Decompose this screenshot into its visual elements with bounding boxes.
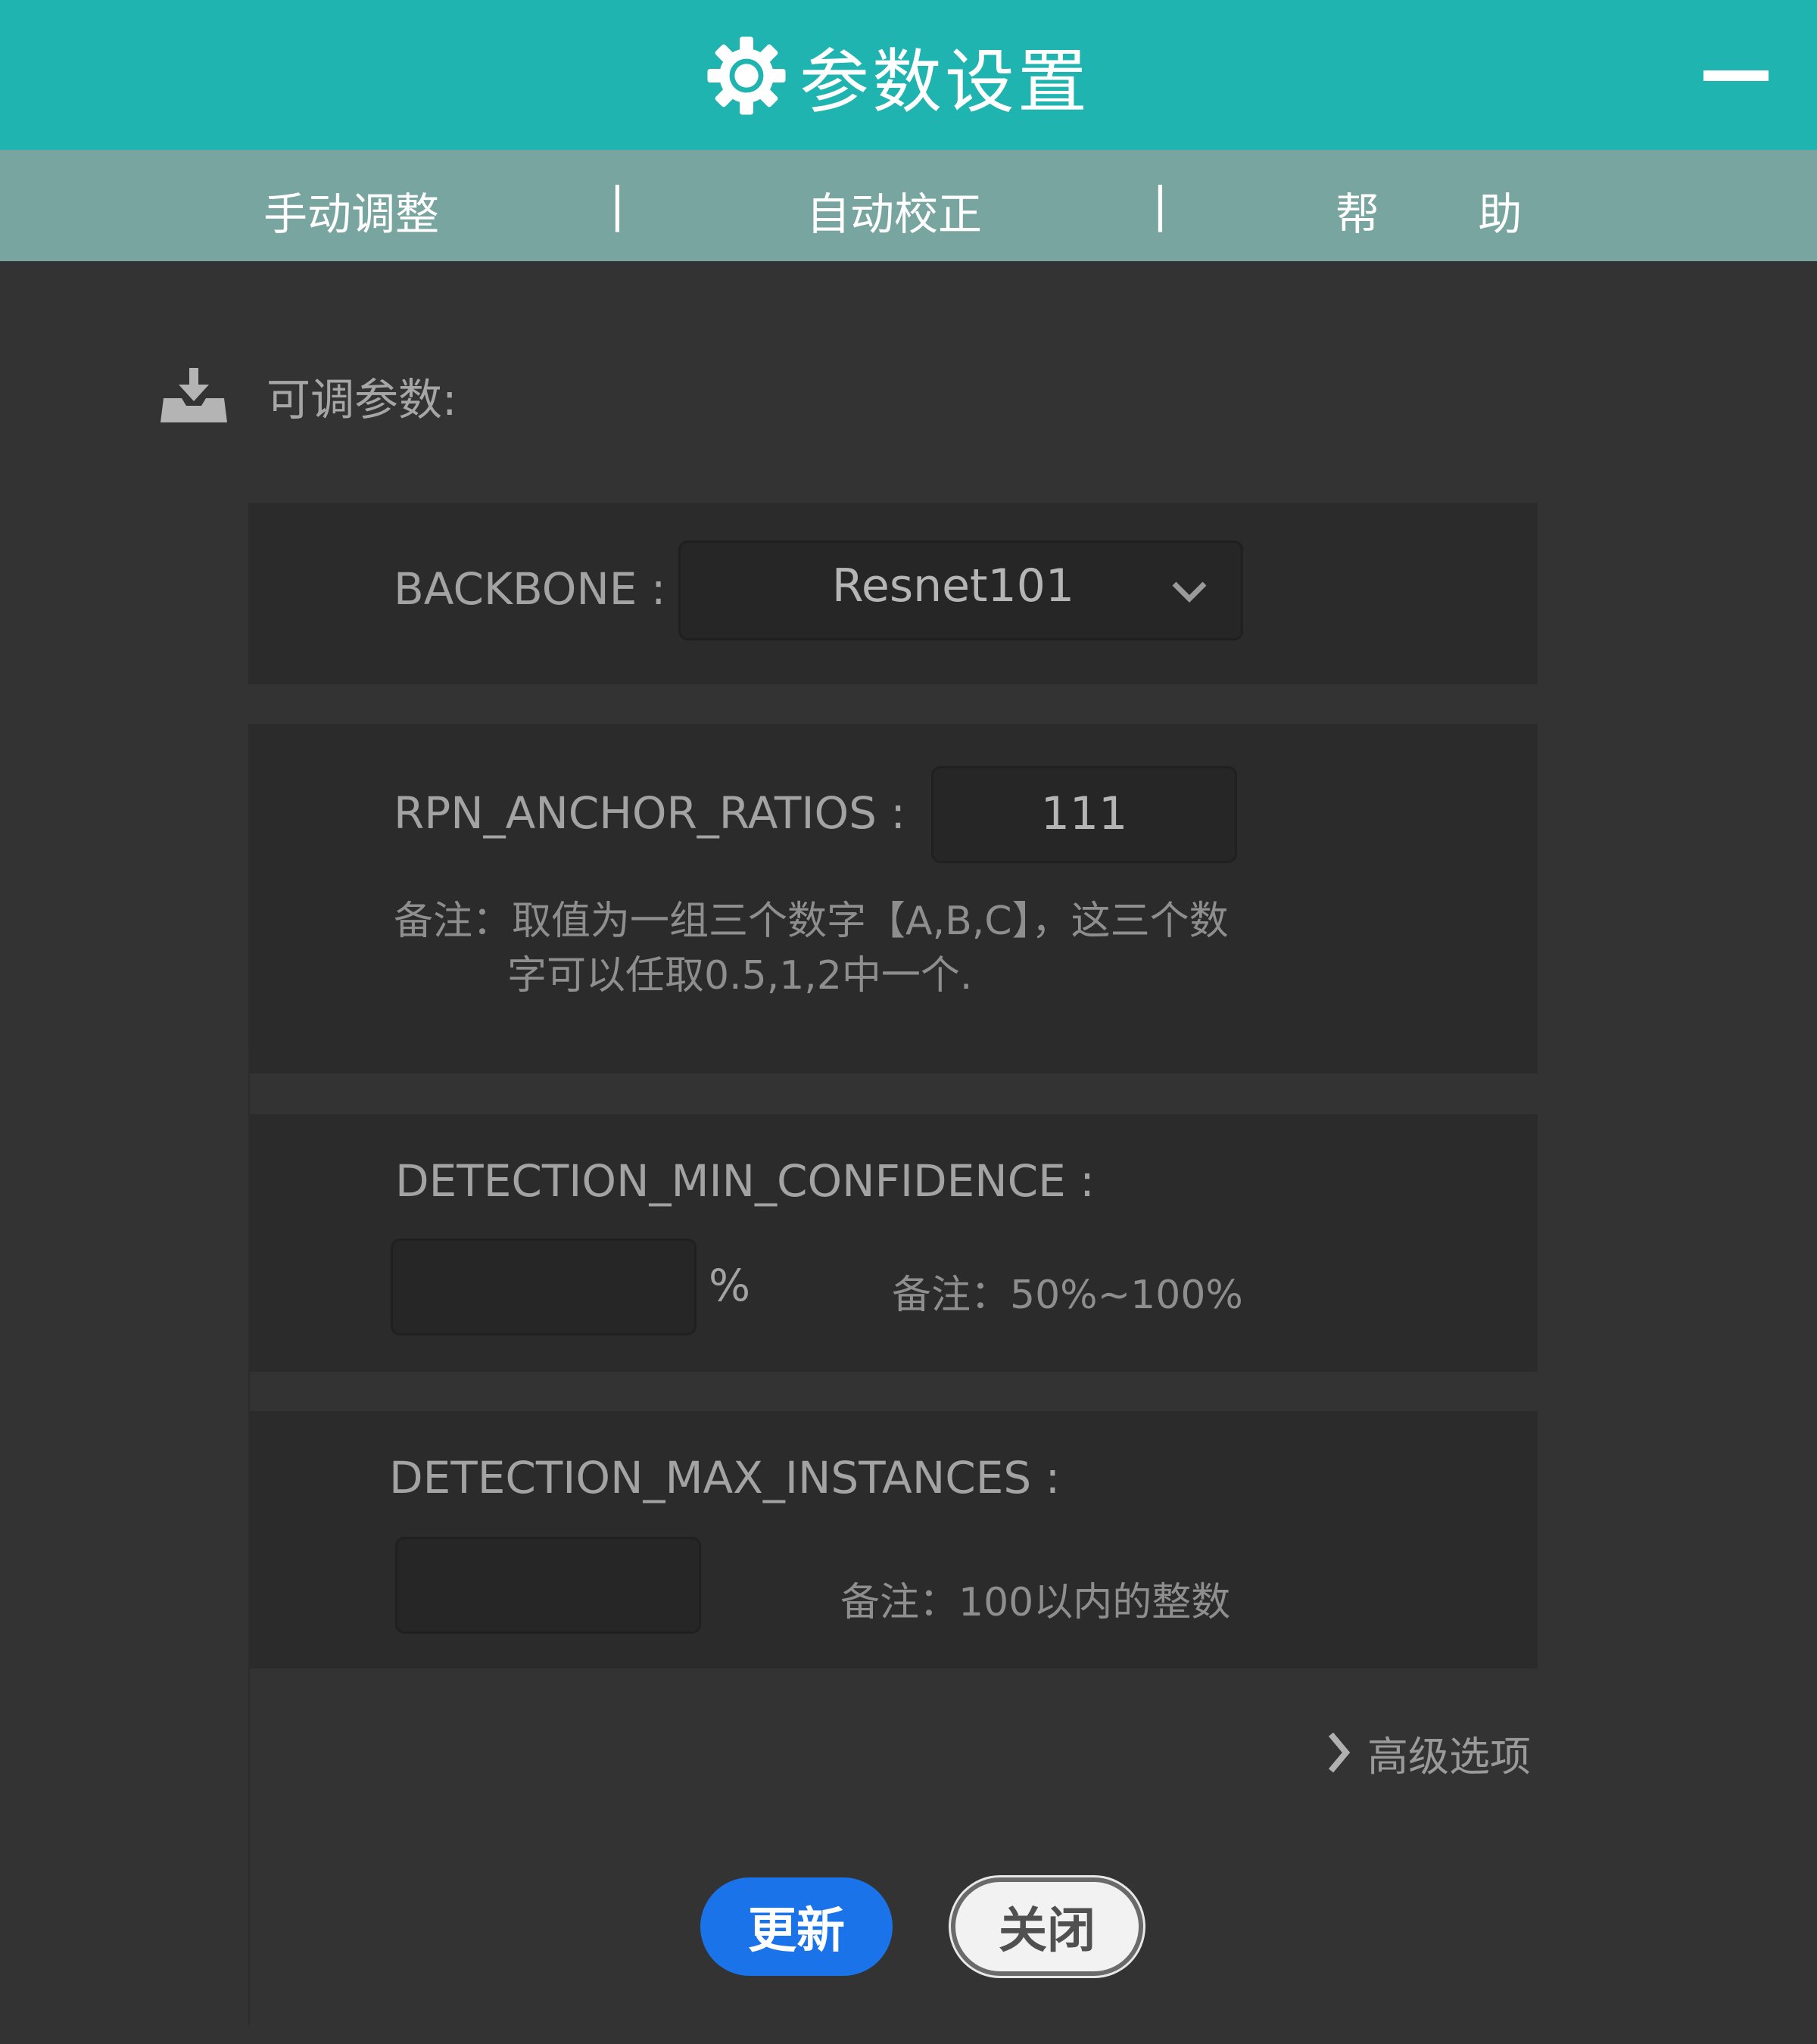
rpn-anchor-ratios-input[interactable]: 111	[931, 766, 1237, 863]
content-divider	[248, 1048, 250, 2025]
window-title: 参数设置	[799, 41, 1091, 123]
detection-min-confidence-label: DETECTION_MIN_CONFIDENCE :	[395, 1155, 1095, 1207]
window-title-group: 参数设置	[704, 30, 1090, 123]
detection-min-confidence-panel: DETECTION_MIN_CONFIDENCE : % 备注：50%~100%	[248, 1114, 1538, 1372]
advanced-options-label: 高级选项	[1367, 1732, 1531, 1781]
download-tray-icon	[161, 368, 227, 422]
detection-min-confidence-input[interactable]	[391, 1239, 697, 1335]
detection-max-instances-label: DETECTION_MAX_INSTANCES :	[389, 1452, 1061, 1503]
update-button[interactable]: 更新	[700, 1877, 893, 1976]
close-button[interactable]: 关闭	[951, 1877, 1143, 1976]
tab-separator: |	[609, 177, 625, 232]
tab-auto-correct[interactable]: 自动校正	[806, 179, 982, 242]
advanced-options-link[interactable]: 高级选项	[1325, 1726, 1531, 1781]
tab-help[interactable]: 帮 助	[1335, 179, 1522, 242]
gear-icon	[707, 36, 786, 115]
rpn-anchor-ratios-note: 备注：取值为一组三个数字【A,B,C】，这三个数	[394, 899, 1229, 944]
rpn-anchor-ratios-panel: RPN_ANCHOR_RATIOS : 111 备注：取值为一组三个数字【A,B…	[248, 724, 1538, 1073]
section-header: 可调参数:	[159, 362, 457, 430]
percent-unit: %	[709, 1260, 751, 1311]
backbone-label: BACKBONE :	[394, 563, 666, 615]
detection-max-instances-input[interactable]	[395, 1537, 701, 1634]
section-title: 可调参数:	[266, 374, 457, 425]
backbone-value: Resnet101	[831, 559, 1075, 612]
tab-separator: |	[1152, 177, 1168, 232]
backbone-panel: BACKBONE : Resnet101	[248, 503, 1538, 684]
chevron-down-icon	[1172, 581, 1207, 603]
tab-manual-adjust[interactable]: 手动调整	[263, 179, 439, 242]
backbone-select[interactable]: Resnet101	[678, 541, 1243, 640]
detection-max-instances-note: 备注：100以内的整数	[840, 1580, 1231, 1625]
detection-max-instances-panel: DETECTION_MAX_INSTANCES : 备注：100以内的整数	[248, 1411, 1538, 1669]
title-bar: 参数设置	[0, 0, 1817, 150]
rpn-anchor-ratios-note: 字可以任取0.5,1,2中一个.	[507, 953, 973, 999]
chevron-right-icon	[1328, 1732, 1351, 1773]
minimize-icon[interactable]	[1703, 70, 1769, 81]
tab-bar: 手动调整 | 自动校正 | 帮 助	[0, 150, 1817, 261]
rpn-anchor-ratios-label: RPN_ANCHOR_RATIOS :	[394, 787, 905, 839]
detection-min-confidence-note: 备注：50%~100%	[892, 1273, 1243, 1318]
